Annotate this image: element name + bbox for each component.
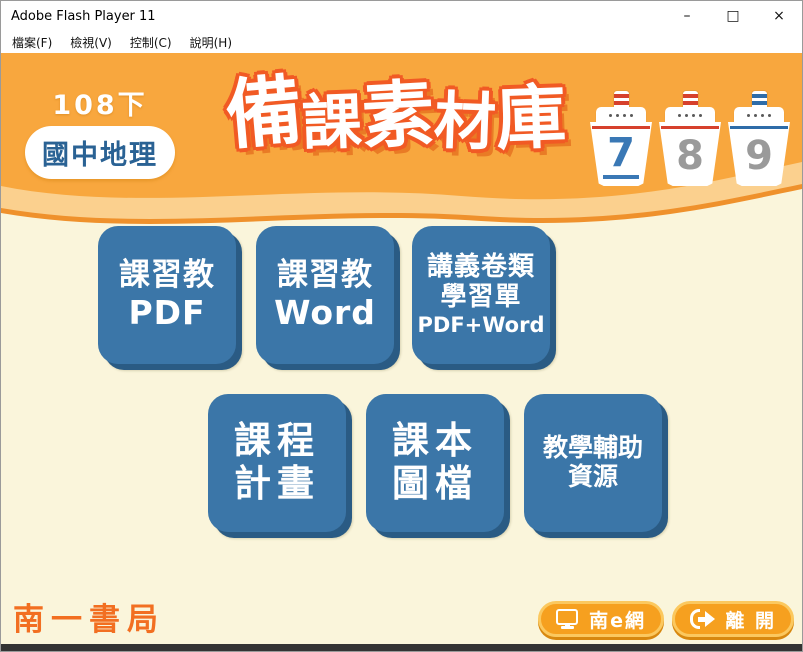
button-label-line: 資源 xyxy=(567,462,618,491)
button-label-line: 講義卷類 xyxy=(426,252,535,283)
boat-cabin xyxy=(596,107,646,123)
button-keshijiao-pdf[interactable]: 課習教 PDF xyxy=(98,226,236,364)
button-label-line: 教學輔助 xyxy=(542,433,643,463)
bottom-edge-bar xyxy=(1,644,802,651)
menubar: 檔案(F) 檢視(V) 控制(C) 說明(H) xyxy=(1,31,802,53)
exit-arrow-icon xyxy=(690,609,716,629)
window-controls: – □ × xyxy=(664,1,802,31)
title-char: 庫 xyxy=(494,75,568,161)
titlebar: Adobe Flash Player 11 – □ × xyxy=(1,1,802,31)
app-window: Adobe Flash Player 11 – □ × 檔案(F) 檢視(V) … xyxy=(0,0,803,652)
button-label-line: 課習教 xyxy=(119,257,215,294)
flash-stage: 108下 國中地理 備 課 素 材 庫 7 8 9 課習教 PDF 課習教 Wo… xyxy=(1,53,802,651)
button-label-line: PDF+Word xyxy=(417,312,545,337)
grade-label: 108下 xyxy=(52,90,148,121)
menu-control[interactable]: 控制(C) xyxy=(121,31,181,54)
boat-hull: 7 xyxy=(590,122,652,186)
menu-help[interactable]: 說明(H) xyxy=(181,31,241,54)
button-handouts-worksheets[interactable]: 講義卷類 學習單 PDF+Word xyxy=(412,226,550,364)
button-label-line: 課習教 xyxy=(277,257,373,294)
title-char: 素 xyxy=(359,71,437,159)
boat-tab-grade8[interactable]: 8 xyxy=(659,91,721,189)
button-textbook-images[interactable]: 課本 圖檔 xyxy=(366,394,504,532)
button-label-line: 學習單 xyxy=(440,281,522,312)
maximize-icon[interactable]: □ xyxy=(710,1,756,31)
button-curriculum-plan[interactable]: 課程 計畫 xyxy=(208,394,346,532)
boat-hull: 9 xyxy=(728,122,790,186)
exit-button[interactable]: 離 開 xyxy=(672,601,794,637)
boat-hull: 8 xyxy=(659,122,721,186)
title-char: 課 xyxy=(300,86,364,160)
boat-tab-grade9[interactable]: 9 xyxy=(728,91,790,189)
exit-label: 離 開 xyxy=(725,609,776,632)
button-label-line: 課程 xyxy=(234,419,320,463)
menu-file[interactable]: 檔案(F) xyxy=(3,31,61,54)
publisher-logo: 南一書局 xyxy=(13,602,165,638)
header-banner: 108下 國中地理 備 課 素 材 庫 7 8 9 xyxy=(1,53,802,248)
subject-pill: 國中地理 xyxy=(25,126,175,179)
edition-badge: 108下 國中地理 xyxy=(25,83,175,179)
nan-e-net-button[interactable]: 南e網 xyxy=(538,601,664,637)
button-label-line: PDF xyxy=(128,292,206,332)
boat-cabin xyxy=(665,107,715,123)
button-teaching-aids[interactable]: 教學輔助 資源 xyxy=(524,394,662,532)
minimize-icon[interactable]: – xyxy=(664,1,710,31)
title-char: 材 xyxy=(432,83,498,160)
button-label-line: Word xyxy=(274,292,376,332)
title-char: 備 xyxy=(222,64,306,161)
button-label-line: 圖檔 xyxy=(392,462,478,505)
page-title: 備 課 素 材 庫 xyxy=(222,64,568,161)
boat-number: 8 xyxy=(676,133,704,179)
boat-number: 7 xyxy=(603,133,639,179)
menu-view[interactable]: 檢視(V) xyxy=(61,31,121,54)
close-icon[interactable]: × xyxy=(756,1,802,31)
window-title: Adobe Flash Player 11 xyxy=(11,8,156,24)
button-keshijiao-word[interactable]: 課習教 Word xyxy=(256,226,394,364)
nan-e-net-label: 南e網 xyxy=(589,609,646,632)
monitor-icon xyxy=(556,609,580,629)
button-label-line: 計畫 xyxy=(234,462,320,505)
grade-boat-tabs: 7 8 9 xyxy=(590,91,790,189)
button-label-line: 課本 xyxy=(392,419,478,463)
boat-cabin xyxy=(734,107,784,123)
boat-tab-grade7[interactable]: 7 xyxy=(590,91,652,189)
boat-number: 9 xyxy=(745,133,773,179)
